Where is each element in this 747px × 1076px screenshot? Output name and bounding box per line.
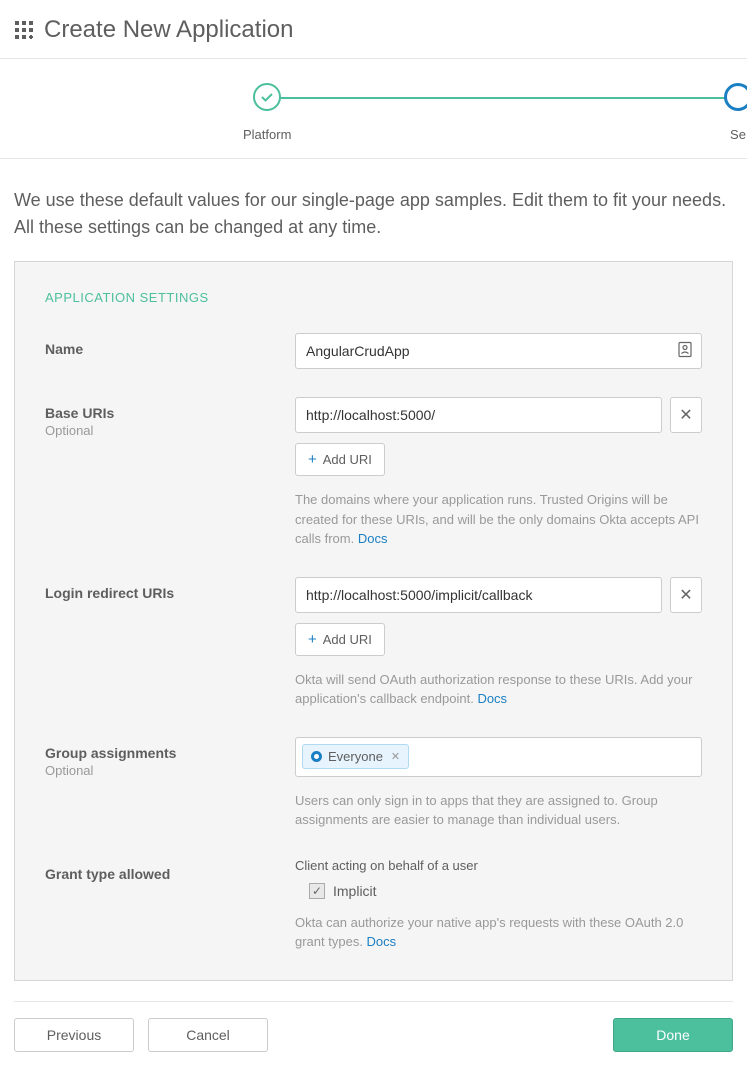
plus-icon: + — [308, 451, 317, 468]
close-icon: ✕ — [679, 585, 692, 605]
checkbox-implicit-row[interactable]: ✓ Implicit — [309, 883, 702, 899]
sublabel-optional: Optional — [45, 423, 295, 438]
label-group-assignments: Group assignments — [45, 745, 295, 761]
done-button[interactable]: Done — [613, 1018, 733, 1052]
radio-dot-icon — [311, 751, 322, 762]
chip-everyone[interactable]: Everyone ✕ — [302, 744, 409, 769]
previous-button[interactable]: Previous — [14, 1018, 134, 1052]
page-title: Create New Application — [44, 16, 293, 44]
checkbox-label: Implicit — [333, 883, 377, 899]
base-uri-input[interactable] — [295, 397, 662, 433]
remove-redirect-button[interactable]: ✕ — [670, 577, 702, 613]
step-circle-active — [724, 83, 747, 111]
step-label: Se — [724, 127, 747, 142]
remove-uri-button[interactable]: ✕ — [670, 397, 702, 433]
settings-panel: APPLICATION SETTINGS Name Base URIs Opti… — [14, 261, 733, 981]
help-grant-type: Okta can authorize your native app's req… — [295, 913, 702, 952]
help-base-uris: The domains where your application runs.… — [295, 490, 702, 549]
label-grant-type: Grant type allowed — [45, 866, 295, 882]
row-grant-type: Grant type allowed Client acting on beha… — [45, 858, 702, 952]
chip-label: Everyone — [328, 749, 383, 764]
section-title: APPLICATION SETTINGS — [45, 290, 702, 305]
sublabel-optional: Optional — [45, 763, 295, 778]
help-group-assignments: Users can only sign in to apps that they… — [295, 791, 702, 830]
docs-link[interactable]: Docs — [367, 934, 397, 949]
add-uri-label: Add URI — [323, 452, 372, 467]
step-connector — [271, 97, 747, 99]
label-base-uris: Base URIs — [45, 405, 295, 421]
contact-card-icon — [678, 342, 692, 361]
step-label: Platform — [243, 127, 291, 142]
label-name: Name — [45, 341, 295, 357]
add-redirect-uri-button[interactable]: + Add URI — [295, 623, 385, 656]
group-chip-input[interactable]: Everyone ✕ — [295, 737, 702, 777]
chip-remove-icon[interactable]: ✕ — [391, 750, 400, 763]
login-redirect-input[interactable] — [295, 577, 662, 613]
cancel-button[interactable]: Cancel — [148, 1018, 268, 1052]
row-group-assignments: Group assignments Optional Everyone ✕ Us… — [45, 737, 702, 830]
row-name: Name — [45, 333, 702, 369]
row-base-uris: Base URIs Optional ✕ + Add URI The domai… — [45, 397, 702, 549]
docs-link[interactable]: Docs — [477, 691, 507, 706]
row-login-redirect: Login redirect URIs ✕ + Add URI Okta wil… — [45, 577, 702, 709]
help-login-redirect: Okta will send OAuth authorization respo… — [295, 670, 702, 709]
step-platform: Platform — [243, 83, 291, 142]
wizard-footer: Previous Cancel Done — [14, 1001, 733, 1076]
name-input[interactable] — [295, 333, 702, 369]
step-settings: Se — [724, 83, 747, 142]
grant-heading: Client acting on behalf of a user — [295, 858, 702, 873]
docs-link[interactable]: Docs — [358, 531, 388, 546]
close-icon: ✕ — [679, 405, 692, 425]
label-login-redirect: Login redirect URIs — [45, 585, 295, 601]
intro-text: We use these default values for our sing… — [0, 159, 747, 261]
add-uri-label: Add URI — [323, 632, 372, 647]
wizard-stepper: Platform Se — [0, 59, 747, 159]
page-header: Create New Application — [0, 0, 747, 59]
plus-icon: + — [308, 631, 317, 648]
apps-grid-icon — [14, 20, 34, 40]
add-base-uri-button[interactable]: + Add URI — [295, 443, 385, 476]
checkbox-checked-icon[interactable]: ✓ — [309, 883, 325, 899]
check-icon — [253, 83, 281, 111]
